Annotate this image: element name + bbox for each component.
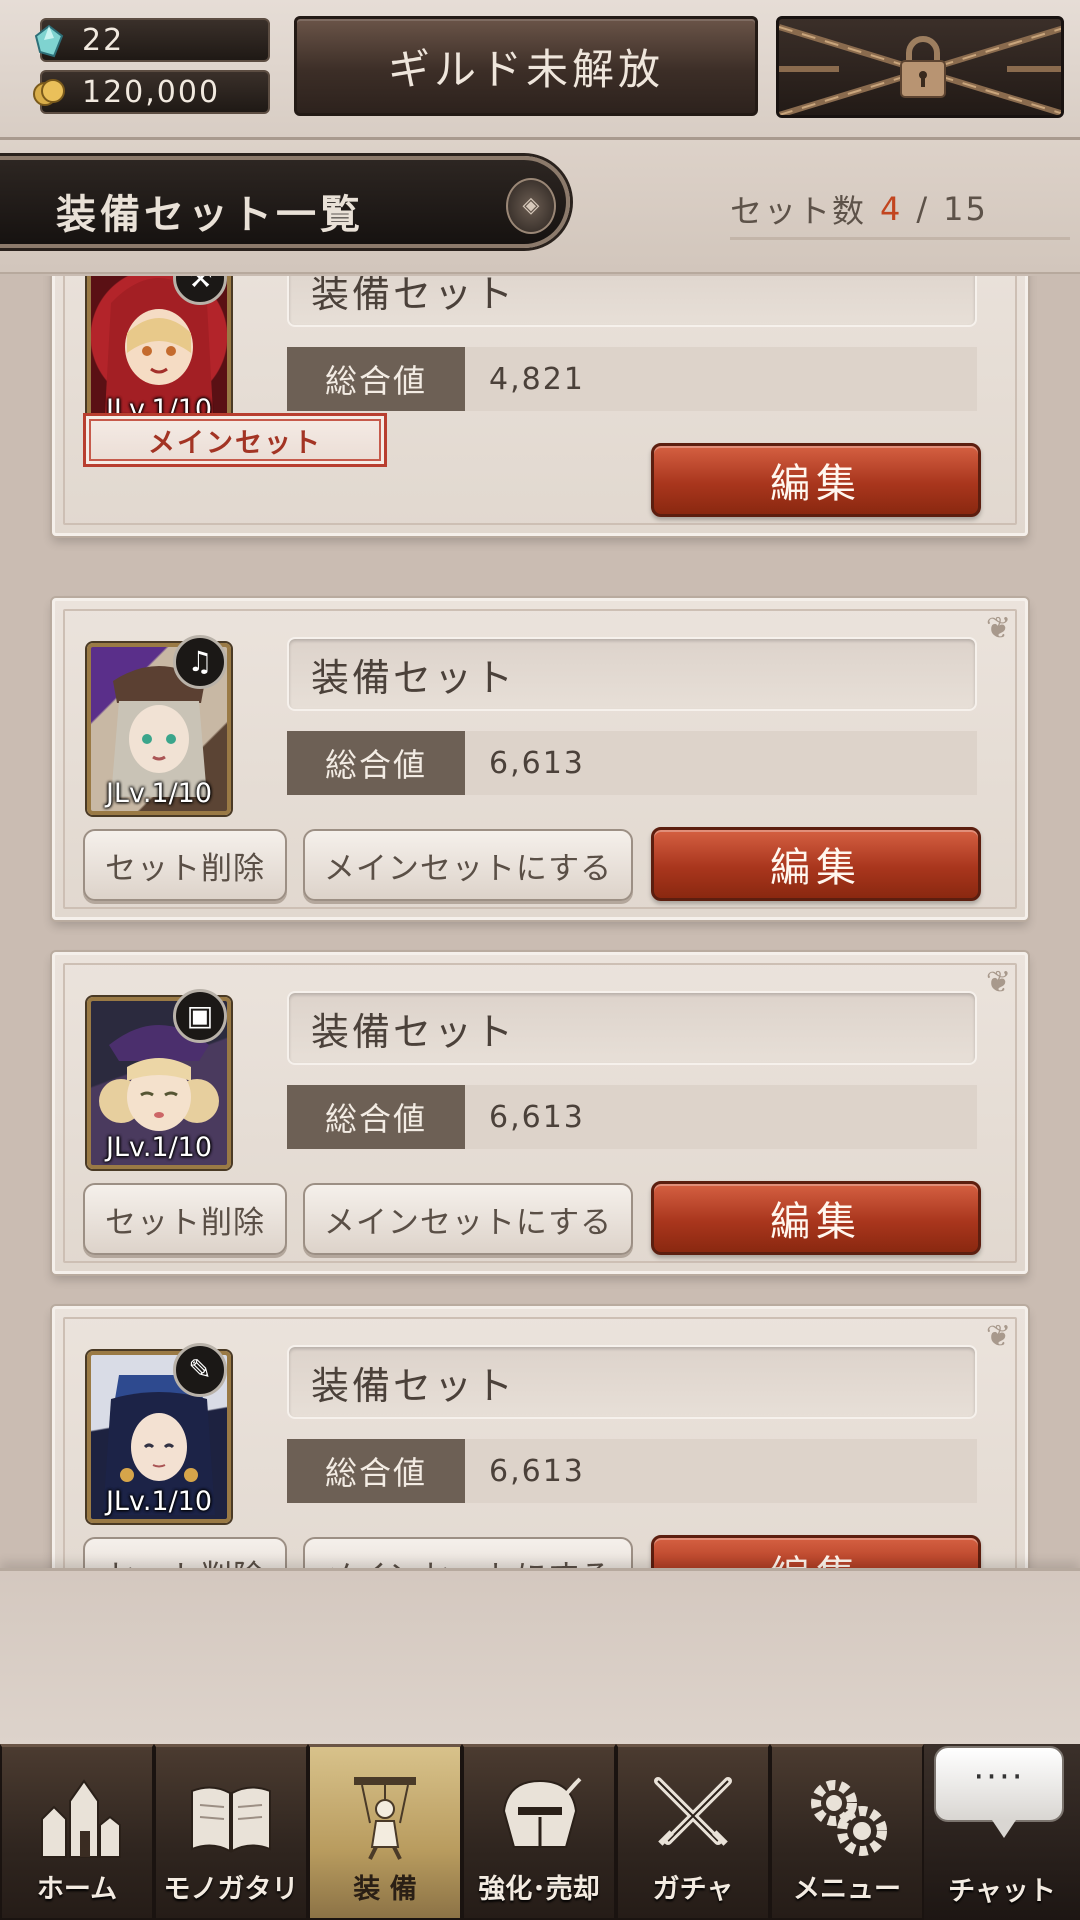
nav-enhance-sell-label: 強化･売却 xyxy=(478,1874,600,1905)
set-count: セット数 4 / 15 xyxy=(730,180,1070,240)
corner-ornament-icon: ❦ xyxy=(985,611,1011,646)
edit-button[interactable]: 編集 xyxy=(651,443,981,517)
total-value: 6,613 xyxy=(465,1439,977,1503)
set-count-separator: / xyxy=(916,189,930,228)
equipment-set-card: JLv.1/10 ⚒ 装備セット 総合値 4,821 メインセット 編集 xyxy=(52,276,1028,536)
nav-story-label: モノガタリ xyxy=(163,1874,299,1905)
chat-bubble-icon: ···· xyxy=(934,1746,1064,1838)
header-band: 装備セット一覧 ◈ セット数 4 / 15 xyxy=(0,140,1080,274)
set-name-field[interactable]: 装備セット xyxy=(287,276,977,327)
set-count-current: 4 xyxy=(880,189,903,228)
delete-set-button[interactable]: セット削除 xyxy=(83,1183,287,1255)
equipment-set-card: ❦ JLv.1/10 ✎ 装備セット 総合値 6,613 セット削除 メインセッ… xyxy=(52,1306,1028,1568)
coin-count: 120,000 xyxy=(82,74,221,110)
guild-label: ギルド未解放 xyxy=(387,44,664,94)
set-as-main-button[interactable]: メインセットにする xyxy=(303,1537,633,1568)
set-name-field[interactable]: 装備セット xyxy=(287,1345,977,1419)
total-value-label: 総合値 xyxy=(287,1439,465,1503)
gears-icon xyxy=(811,1780,887,1856)
harp-icon: ♫ xyxy=(173,635,227,689)
nav-menu[interactable]: メニュー xyxy=(770,1744,924,1920)
set-count-max: 15 xyxy=(943,189,988,228)
chat-label: チャット xyxy=(948,1876,1056,1907)
total-value: 4,821 xyxy=(465,347,977,411)
tome-icon: ▣ xyxy=(173,989,227,1043)
main-set-tag: メインセット xyxy=(83,413,387,467)
nav-menu-label: メニュー xyxy=(793,1874,901,1905)
edit-button[interactable]: 編集 xyxy=(651,1181,981,1255)
set-as-main-button[interactable]: メインセットにする xyxy=(303,829,633,901)
gem-count: 22 xyxy=(82,22,125,58)
helmet-sword-icon xyxy=(502,1777,582,1848)
edit-button[interactable]: 編集 xyxy=(651,827,981,901)
set-name-field[interactable]: 装備セット xyxy=(287,991,977,1065)
nav-home[interactable]: ホーム xyxy=(0,1744,154,1920)
open-book-icon xyxy=(191,1786,271,1853)
bottom-panel xyxy=(0,1568,1080,1744)
nav-gacha[interactable]: ガチャ xyxy=(616,1744,770,1920)
nav-story[interactable]: モノガタリ xyxy=(154,1744,308,1920)
job-level: JLv.1/10 xyxy=(105,1132,213,1163)
chain-lock-icon xyxy=(779,24,1061,115)
set-count-label: セット数 xyxy=(730,191,867,230)
bottom-navigation: ホーム モノガタリ 装 備 強化･売却 ガチャ メニュー ···· チャット xyxy=(0,1744,1080,1920)
marionette-icon xyxy=(354,1777,416,1860)
gem-counter: 22 xyxy=(34,18,270,62)
total-value-label: 総合値 xyxy=(287,347,465,411)
coin-icon xyxy=(33,79,65,106)
delete-set-button[interactable]: セット削除 xyxy=(83,829,287,901)
sort-knob-icon[interactable]: ◈ xyxy=(506,178,556,234)
page-title: 装備セット一覧 xyxy=(56,192,364,238)
title-plate: 装備セット一覧 ◈ xyxy=(0,156,570,248)
total-value: 6,613 xyxy=(465,1085,977,1149)
guild-button[interactable]: ギルド未解放 xyxy=(294,16,758,116)
nav-gacha-label: ガチャ xyxy=(652,1874,734,1905)
castle-icon xyxy=(41,1779,121,1858)
corner-ornament-icon: ❦ xyxy=(985,1319,1011,1354)
nav-enhance-sell[interactable]: 強化･売却 xyxy=(462,1744,616,1920)
delete-set-button[interactable]: セット削除 xyxy=(83,1537,287,1568)
set-as-main-button[interactable]: メインセットにする xyxy=(303,1183,633,1255)
gem-icon xyxy=(34,24,64,58)
equipment-set-list[interactable]: JLv.1/10 ⚒ 装備セット 総合値 4,821 メインセット 編集 ❦ J… xyxy=(0,276,1080,1568)
total-value-label: 総合値 xyxy=(287,1085,465,1149)
nav-equipment[interactable]: 装 備 xyxy=(308,1744,462,1920)
total-value: 6,613 xyxy=(465,731,977,795)
chat-button[interactable]: ···· チャット xyxy=(924,1744,1080,1920)
edit-button[interactable]: 編集 xyxy=(651,1535,981,1568)
equipment-set-card: ❦ JLv.1/10 ▣ 装備セット 総合値 6,613 セット削除 メインセッ… xyxy=(52,952,1028,1274)
corner-ornament-icon: ❦ xyxy=(985,965,1011,1000)
top-bar: 22 120,000 ギルド未解放 xyxy=(0,0,1080,140)
job-level: JLv.1/10 xyxy=(105,778,213,809)
coin-counter: 120,000 xyxy=(33,70,270,114)
staff-icon: ✎ xyxy=(173,1343,227,1397)
total-value-label: 総合値 xyxy=(287,731,465,795)
nav-equipment-label: 装 備 xyxy=(353,1874,417,1905)
equipment-set-card: ❦ JLv.1/10 ♫ 装備セット 総合値 6,613 セット削除 メインセッ… xyxy=(52,598,1028,920)
set-name-field[interactable]: 装備セット xyxy=(287,637,977,711)
locked-feature-button[interactable] xyxy=(776,16,1064,118)
nav-home-label: ホーム xyxy=(36,1874,118,1905)
crossed-swords-icon xyxy=(654,1777,732,1846)
job-level: JLv.1/10 xyxy=(105,1486,213,1517)
